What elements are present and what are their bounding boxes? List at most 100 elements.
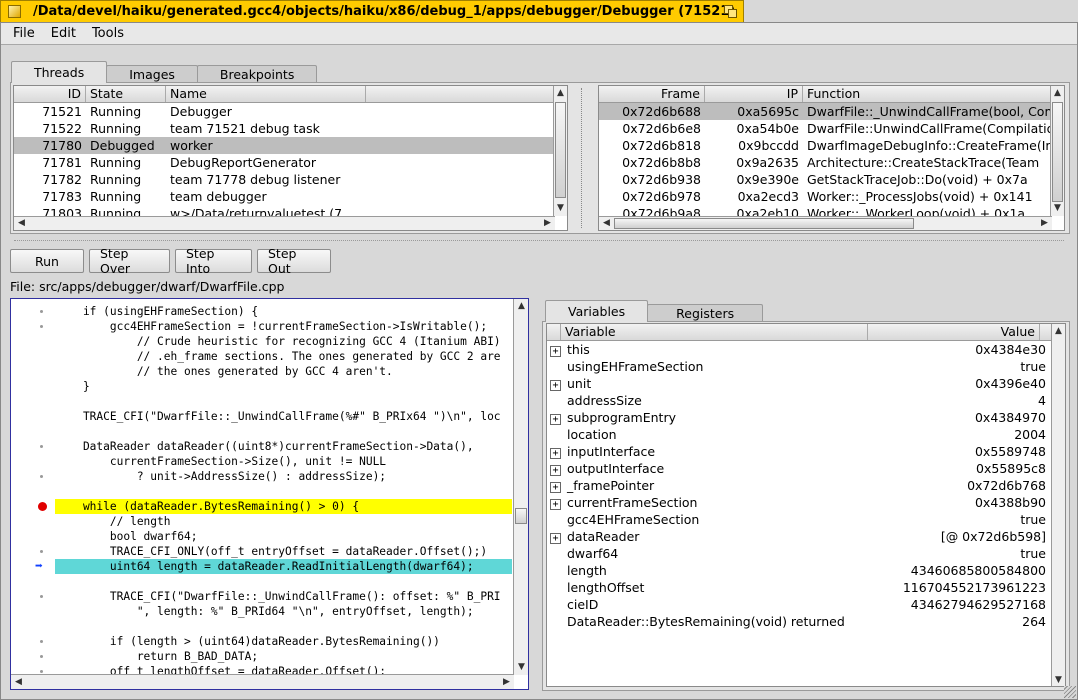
tab-threads[interactable]: Threads <box>11 61 108 83</box>
step-over-button[interactable]: Step Over <box>89 246 170 276</box>
statement-marker-icon[interactable] <box>40 325 43 328</box>
tab-variables[interactable]: Variables <box>545 300 649 322</box>
source-line[interactable]: DataReader dataReader((uint8*)currentFra… <box>11 439 512 454</box>
source-line[interactable]: bool dwarf64; <box>11 529 512 544</box>
col-state[interactable]: State <box>86 86 166 102</box>
variable-row[interactable]: + subprogramEntry 0x4384970 <box>547 409 1065 426</box>
expand-icon[interactable]: + <box>550 346 561 357</box>
col-ip[interactable]: IP <box>705 86 803 102</box>
source-line[interactable]: gcc4EHFrameSection = !currentFrameSectio… <box>11 319 512 334</box>
thread-row[interactable]: 71781 Running DebugReportGenerator <box>14 154 567 171</box>
statement-marker-icon[interactable] <box>40 640 43 643</box>
source-line[interactable]: // the ones generated by GCC 4 aren't. <box>11 364 512 379</box>
tab-registers[interactable]: Registers <box>647 304 764 322</box>
source-line[interactable]: currentFrameSection->Size(), unit != NUL… <box>11 454 512 469</box>
resize-handle-icon[interactable] <box>1064 686 1076 698</box>
thread-row[interactable]: 71783 Running team debugger <box>14 188 567 205</box>
source-view[interactable]: if (usingEHFrameSection) { gcc4EHFrameSe… <box>10 298 529 690</box>
expand-icon[interactable]: + <box>550 380 561 391</box>
source-line[interactable] <box>11 424 512 439</box>
variable-row[interactable]: gcc4EHFrameSection true <box>547 511 1065 528</box>
threads-hscroll[interactable]: ◀ ▶ <box>14 216 555 230</box>
thread-row[interactable]: 71782 Running team 71778 debug listener <box>14 171 567 188</box>
stack-hscroll[interactable]: ◀ ▶ <box>599 216 1052 230</box>
col-function[interactable]: Function <box>803 86 1053 102</box>
expand-icon[interactable]: + <box>550 499 561 510</box>
stack-frame-row[interactable]: 0x72d6b978 0xa2ecd3 Worker::_ProcessJobs(v… <box>599 188 1064 205</box>
source-line[interactable]: if (length > (uint64)dataReader.BytesRem… <box>11 634 512 649</box>
variable-row[interactable]: usingEHFrameSection true <box>547 358 1065 375</box>
col-variable[interactable]: Variable <box>561 324 868 340</box>
source-line[interactable]: ", length: %" B_PRId64 "\n", entryOffset… <box>11 604 512 619</box>
step-out-button[interactable]: Step Out <box>257 246 331 276</box>
source-line[interactable]: // Crude heuristic for recognizing GCC 4… <box>11 334 512 349</box>
variable-row[interactable]: dwarf64 true <box>547 545 1065 562</box>
variable-row[interactable]: + dataReader [@ 0x72d6b598] <box>547 528 1065 545</box>
variable-row[interactable]: addressSize 4 <box>547 392 1065 409</box>
source-hscroll[interactable]: ◀ ▶ <box>11 674 514 689</box>
expand-icon[interactable]: + <box>550 465 561 476</box>
variable-row[interactable]: + currentFrameSection 0x4388b90 <box>547 494 1065 511</box>
variable-row[interactable]: + inputInterface 0x5589748 <box>547 443 1065 460</box>
variable-row[interactable]: + _framePointer 0x72d6b768 <box>547 477 1065 494</box>
variables-vscroll[interactable]: ▲ ▼ <box>1051 324 1065 686</box>
source-line[interactable] <box>11 484 512 499</box>
statement-marker-icon[interactable] <box>40 550 43 553</box>
variable-row[interactable]: + unit 0x4396e40 <box>547 375 1065 392</box>
window-title-tab[interactable]: /Data/devel/haiku/generated.gcc4/objects… <box>0 0 744 22</box>
col-frame[interactable]: Frame <box>599 86 705 102</box>
source-line[interactable]: } <box>11 379 512 394</box>
source-line[interactable] <box>11 619 512 634</box>
stack-frame-row[interactable]: 0x72d6b8b8 0x9a2635 Architecture::CreateSt… <box>599 154 1064 171</box>
source-line[interactable]: TRACE_CFI("DwarfFile::_UnwindCallFrame()… <box>11 589 512 604</box>
menu-edit[interactable]: Edit <box>43 26 84 41</box>
col-name[interactable]: Name <box>166 86 366 102</box>
vertical-splitter[interactable] <box>581 88 583 228</box>
thread-row[interactable]: 71521 Running Debugger <box>14 103 567 120</box>
breakpoint-icon[interactable] <box>38 502 47 511</box>
source-line[interactable]: // .eh_frame sections. The ones generate… <box>11 349 512 364</box>
stack-frame-row[interactable]: 0x72d6b938 0x9e390e GetStackTraceJob::Do(v… <box>599 171 1064 188</box>
source-line[interactable]: TRACE_CFI_ONLY(off_t entryOffset = dataR… <box>11 544 512 559</box>
source-line[interactable]: TRACE_CFI("DwarfFile::_UnwindCallFrame(%… <box>11 409 512 424</box>
variable-row[interactable]: DataReader::BytesRemaining(void) returne… <box>547 613 1065 630</box>
tab-breakpoints[interactable]: Breakpoints <box>196 65 318 83</box>
source-vscroll[interactable]: ▲ ▼ <box>513 299 528 675</box>
stack-frame-row[interactable]: 0x72d6b818 0x9bccdd DwarfImageDebugInfo::C… <box>599 137 1064 154</box>
statement-marker-icon[interactable] <box>40 655 43 658</box>
stack-frame-row[interactable]: 0x72d6b688 0xa5695c DwarfFile::_UnwindCall… <box>599 103 1064 120</box>
source-line[interactable]: return B_BAD_DATA; <box>11 649 512 664</box>
expand-icon[interactable]: + <box>550 448 561 459</box>
source-line[interactable]: // length <box>11 514 512 529</box>
variable-row[interactable]: + outputInterface 0x55895c8 <box>547 460 1065 477</box>
tab-images[interactable]: Images <box>106 65 198 83</box>
col-value[interactable]: Value <box>868 324 1040 340</box>
source-line[interactable]: if (usingEHFrameSection) { <box>11 304 512 319</box>
horizontal-splitter[interactable] <box>14 240 1064 241</box>
variable-row[interactable]: location 2004 <box>547 426 1065 443</box>
source-line[interactable]: ? unit->AddressSize() : addressSize); <box>11 469 512 484</box>
expand-icon[interactable]: + <box>550 482 561 493</box>
breakpoint-line[interactable]: while (dataReader.BytesRemaining() > 0) … <box>11 499 512 514</box>
statement-marker-icon[interactable] <box>40 670 43 673</box>
variable-row[interactable]: length 4346068580058480​0 <box>547 562 1065 579</box>
stack-vscroll[interactable]: ▲ ▼ <box>1050 86 1064 216</box>
menu-tools[interactable]: Tools <box>84 26 132 41</box>
current-line[interactable]: ➡ uint64 length = dataReader.ReadInitial… <box>11 559 512 574</box>
statement-marker-icon[interactable] <box>40 310 43 313</box>
zoom-box-icon[interactable] <box>724 5 737 18</box>
thread-row[interactable]: 71780 Debugged worker <box>14 137 567 154</box>
run-button[interactable]: Run <box>10 249 84 273</box>
statement-marker-icon[interactable] <box>40 445 43 448</box>
statement-marker-icon[interactable] <box>40 475 43 478</box>
thread-row[interactable]: 71522 Running team 71521 debug task <box>14 120 567 137</box>
source-line[interactable] <box>11 574 512 589</box>
statement-marker-icon[interactable] <box>40 595 43 598</box>
source-line[interactable] <box>11 394 512 409</box>
close-box-icon[interactable] <box>8 5 21 18</box>
expand-icon[interactable]: + <box>550 533 561 544</box>
threads-vscroll[interactable]: ▲ ▼ <box>553 86 567 216</box>
stack-frame-row[interactable]: 0x72d6b6e8 0xa54b0e DwarfFile::UnwindCallF… <box>599 120 1064 137</box>
variable-row[interactable]: cieID 4346279462952716​8 <box>547 596 1065 613</box>
variable-row[interactable]: + this 0x4384e30 <box>547 341 1065 358</box>
